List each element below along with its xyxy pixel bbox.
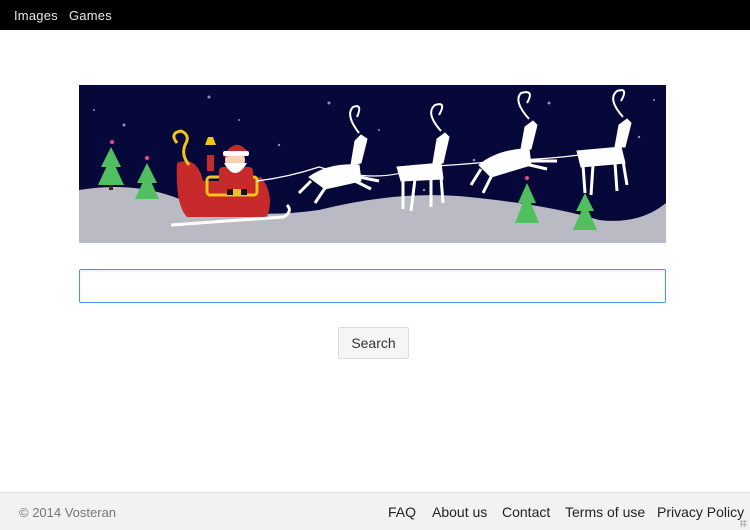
footer-link-faq[interactable]: FAQ (388, 504, 416, 520)
search-input[interactable] (79, 269, 666, 303)
topbar-link-games[interactable]: Games (69, 8, 112, 23)
copyright-text: © 2014 Vosteran (19, 505, 117, 520)
resize-grip-icon[interactable] (740, 520, 747, 527)
footer-link-terms-of-use[interactable]: Terms of use (565, 504, 645, 520)
topbar-link-images[interactable]: Images (14, 8, 58, 23)
holiday-banner (79, 85, 666, 243)
footer-link-contact[interactable]: Contact (502, 504, 550, 520)
footer-link-about-us[interactable]: About us (432, 504, 487, 520)
top-navigation-bar: Images Games (0, 0, 750, 30)
footer: © 2014 Vosteran FAQ About us Contact Ter… (0, 492, 750, 530)
footer-link-privacy-policy[interactable]: Privacy Policy (657, 504, 744, 520)
search-button[interactable]: Search (338, 327, 409, 359)
